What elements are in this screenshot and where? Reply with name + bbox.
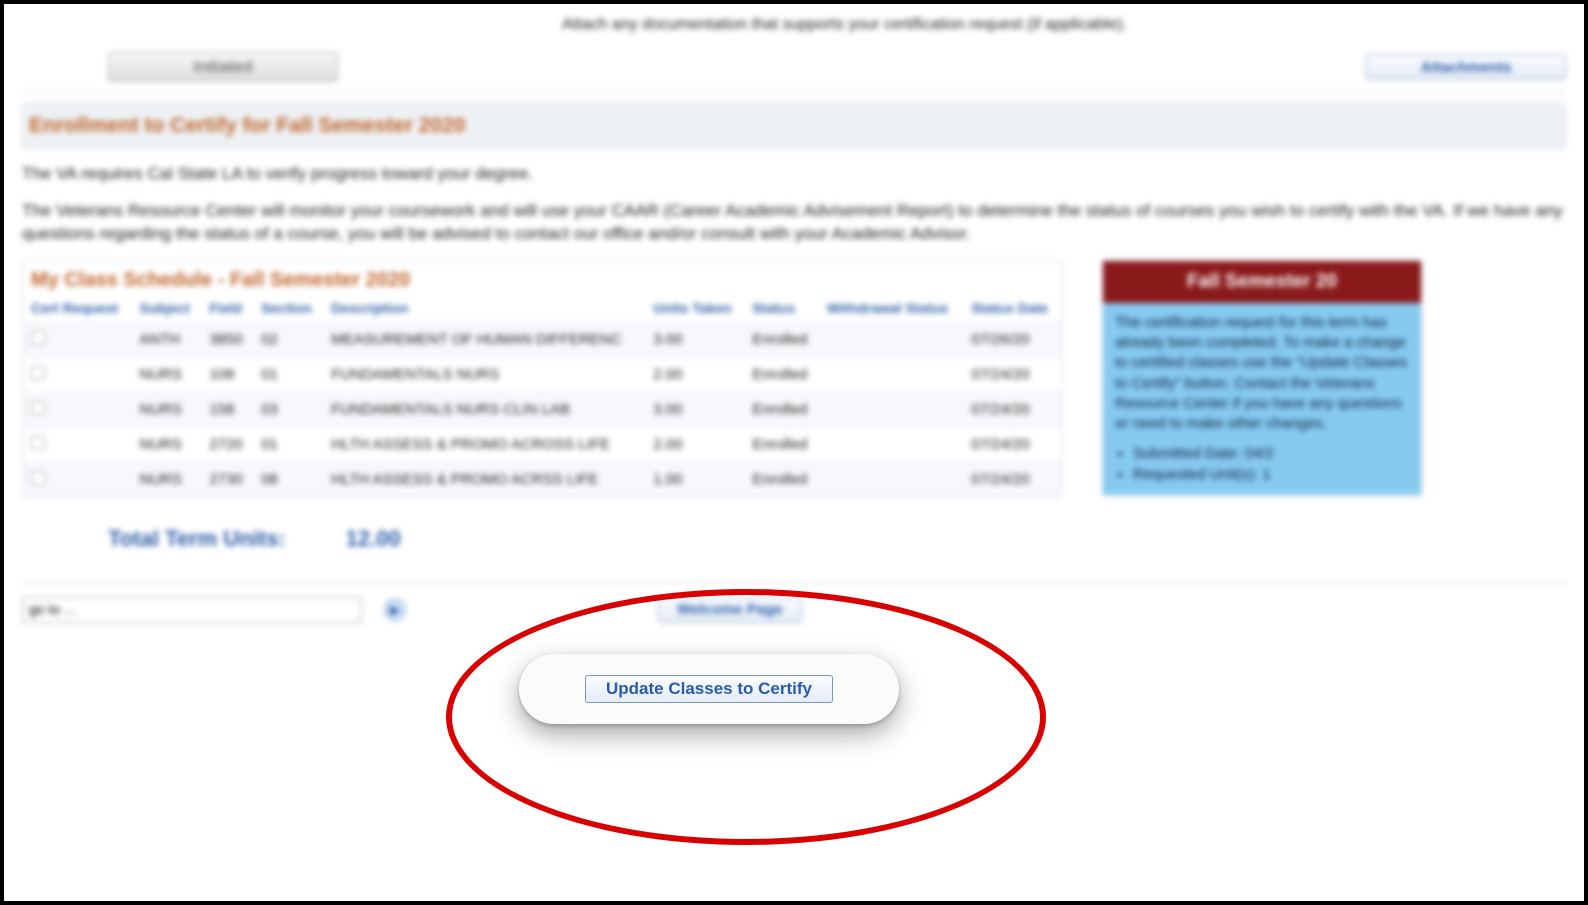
cell-field: 108 xyxy=(201,357,253,392)
side-bullet-1: Submitted Date: 04/2 xyxy=(1133,444,1409,464)
table-row: NURS10801FUNDAMENTALS NURS2.00Enrolled 07… xyxy=(23,357,1061,392)
cert-checkbox[interactable] xyxy=(31,401,45,415)
intro-para-1: The VA requires Cal State LA to verify p… xyxy=(22,163,1566,186)
update-classes-button[interactable]: Update Classes to Certify xyxy=(585,675,833,703)
cell-units: 3.00 xyxy=(645,392,744,427)
col-description: Description xyxy=(323,296,645,323)
side-panel-head: Fall Semester 20 xyxy=(1103,261,1421,303)
table-row: NURS273008HLTH ASSESS & PROMO ACRSS LIFE… xyxy=(23,462,1061,497)
footer-row: go to ... ▶ Welcome Page xyxy=(22,582,1566,623)
cell-description: FUNDAMENTALS NURS CLIN LAB xyxy=(323,392,645,427)
cell-status-date: 07/26/20 xyxy=(963,322,1061,357)
go-icon[interactable]: ▶ xyxy=(384,599,406,621)
cert-checkbox[interactable] xyxy=(31,436,45,450)
col-withdrawal: Withdrawal Status xyxy=(819,296,963,323)
side-panel-text: The certification request for this term … xyxy=(1115,314,1407,432)
col-section: Section xyxy=(253,296,323,323)
table-row: NURS272001HLTH ASSESS & PROMO ACROSS LIF… xyxy=(23,427,1061,462)
cell-subject: NURS xyxy=(131,357,201,392)
cell-status-date: 07/24/20 xyxy=(963,392,1061,427)
table-row: ANTH385002MEASUREMENT OF HUMAN DIFFERENC… xyxy=(23,322,1061,357)
cell-withdrawal xyxy=(819,322,963,357)
side-panel: Fall Semester 20 The certification reque… xyxy=(1102,260,1422,496)
section-heading: Enrollment to Certify for Fall Semester … xyxy=(29,114,465,137)
cell-units: 2.00 xyxy=(645,427,744,462)
col-cert: Cert Request xyxy=(23,296,131,323)
cell-status: Enrolled xyxy=(744,392,819,427)
cell-status: Enrolled xyxy=(744,357,819,392)
attach-note: Attach any documentation that supports y… xyxy=(562,16,1162,34)
blurred-background: Initiated Attach any documentation that … xyxy=(4,4,1584,641)
table-row: NURS15803FUNDAMENTALS NURS CLIN LAB3.00E… xyxy=(23,392,1061,427)
intro-para-2: The Veterans Resource Center will monito… xyxy=(22,200,1566,246)
side-bullet-2: Requested Unit(s): 1 xyxy=(1133,465,1409,485)
top-row: Initiated Attach any documentation that … xyxy=(22,14,1566,88)
cell-withdrawal xyxy=(819,462,963,497)
cell-subject: NURS xyxy=(131,392,201,427)
cert-checkbox[interactable] xyxy=(31,366,45,380)
update-button-highlight: Update Classes to Certify xyxy=(519,654,899,724)
cell-field: 3850 xyxy=(201,322,253,357)
cell-units: 3.00 xyxy=(645,322,744,357)
cell-subject: ANTH xyxy=(131,322,201,357)
cert-checkbox[interactable] xyxy=(31,471,45,485)
cell-units: 2.00 xyxy=(645,357,744,392)
cell-status-date: 07/24/20 xyxy=(963,427,1061,462)
status-button[interactable]: Initiated xyxy=(108,52,338,82)
side-panel-body: The certification request for this term … xyxy=(1103,303,1421,495)
cert-checkbox[interactable] xyxy=(31,331,45,345)
col-status-date: Status Date xyxy=(963,296,1061,323)
cell-description: HLTH ASSESS & PROMO ACROSS LIFE xyxy=(323,427,645,462)
cell-status: Enrolled xyxy=(744,427,819,462)
cell-field: 2720 xyxy=(201,427,253,462)
cell-description: HLTH ASSESS & PROMO ACRSS LIFE xyxy=(323,462,645,497)
cell-description: MEASUREMENT OF HUMAN DIFFERENC xyxy=(323,322,645,357)
cell-subject: NURS xyxy=(131,427,201,462)
cell-section: 01 xyxy=(253,357,323,392)
schedule-table: Cert Request Subject Field Section Descr… xyxy=(23,296,1061,497)
totals-value: 12.00 xyxy=(346,526,401,552)
cell-units: 1.00 xyxy=(645,462,744,497)
cell-status: Enrolled xyxy=(744,462,819,497)
col-field: Field xyxy=(201,296,253,323)
totals-label: Total Term Units: xyxy=(108,526,286,552)
cell-status-date: 07/24/20 xyxy=(963,462,1061,497)
cell-status: Enrolled xyxy=(744,322,819,357)
goto-dropdown[interactable]: go to ... xyxy=(22,597,362,623)
cell-field: 158 xyxy=(201,392,253,427)
cell-field: 2730 xyxy=(201,462,253,497)
cell-withdrawal xyxy=(819,357,963,392)
section-heading-bar: Enrollment to Certify for Fall Semester … xyxy=(22,103,1566,149)
totals-row: Total Term Units: 12.00 xyxy=(108,526,1566,552)
cell-withdrawal xyxy=(819,392,963,427)
col-subject: Subject xyxy=(131,296,201,323)
col-status: Status xyxy=(744,296,819,323)
cell-description: FUNDAMENTALS NURS xyxy=(323,357,645,392)
welcome-page-button[interactable]: Welcome Page xyxy=(658,597,802,623)
cell-withdrawal xyxy=(819,427,963,462)
cell-subject: NURS xyxy=(131,462,201,497)
attachments-button[interactable]: Attachments xyxy=(1366,54,1566,80)
cell-section: 02 xyxy=(253,322,323,357)
col-units: Units Taken xyxy=(645,296,744,323)
schedule-box: My Class Schedule - Fall Semester 2020 C… xyxy=(22,260,1062,498)
schedule-title: My Class Schedule - Fall Semester 2020 xyxy=(23,261,1061,296)
cell-section: 01 xyxy=(253,427,323,462)
cell-status-date: 07/24/20 xyxy=(963,357,1061,392)
cell-section: 03 xyxy=(253,392,323,427)
cell-section: 08 xyxy=(253,462,323,497)
